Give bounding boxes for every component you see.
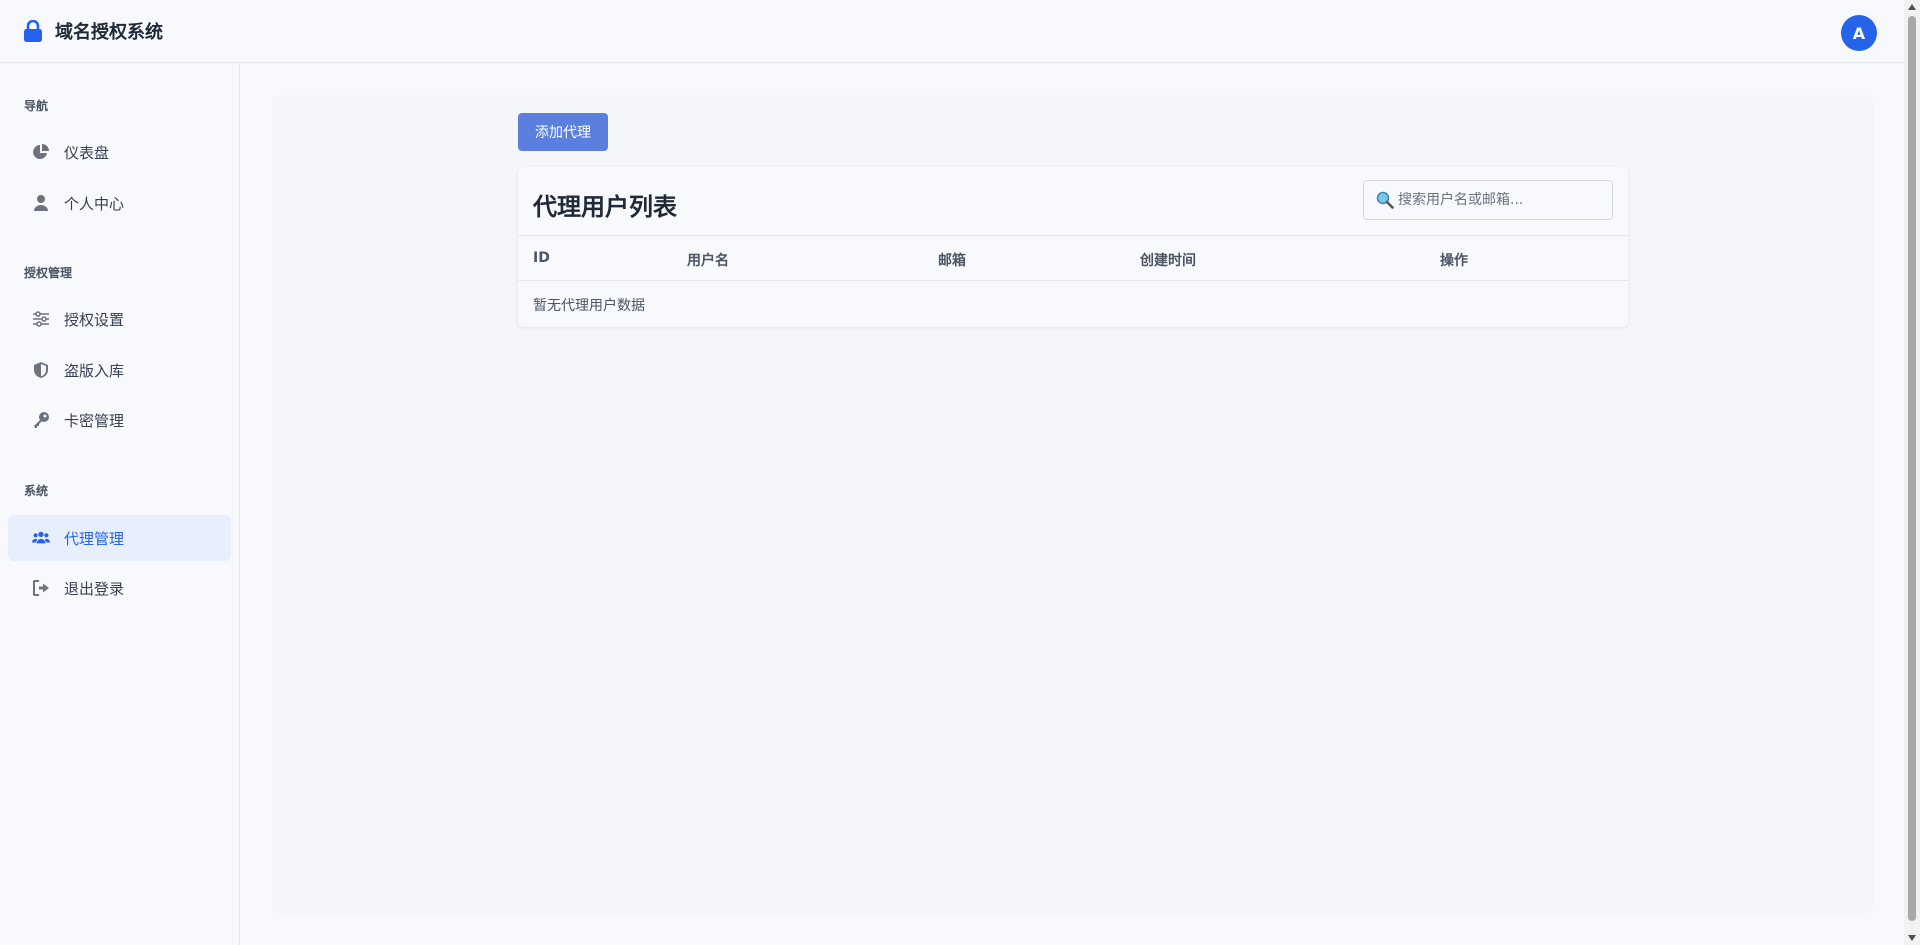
search-icon [1376,191,1394,209]
scroll-thumb[interactable] [1908,16,1916,921]
app-title: 域名授权系统 [55,22,163,43]
sidebar-section-title-system: 系统 [24,484,49,498]
table-header: ID 用户名 邮箱 创建时间 操作 [518,235,1628,281]
sidebar-item-auth-settings[interactable]: 授权设置 [8,296,231,342]
avatar[interactable]: A [1841,15,1877,51]
sidebar-item-piracy[interactable]: 盗版入库 [8,347,231,393]
column-header-created-time: 创建时间 [1140,253,1196,269]
sidebar-item-label: 代理管理 [64,529,125,548]
lock-icon [24,20,42,42]
column-header-email: 邮箱 [938,253,966,269]
sidebar-item-card-keys[interactable]: 卡密管理 [8,397,231,443]
users-icon [32,529,50,547]
sidebar-item-label: 盗版入库 [64,361,125,380]
search-input[interactable] [1398,192,1598,208]
sliders-icon [32,310,50,328]
shield-icon [32,361,50,379]
column-header-username: 用户名 [687,253,729,269]
card-title: 代理用户列表 [533,193,677,221]
pie-chart-icon [32,143,50,161]
sidebar-item-label: 个人中心 [64,194,125,213]
add-agent-button[interactable]: 添加代理 [518,113,608,151]
sidebar-item-label: 卡密管理 [64,411,125,430]
sidebar-item-agents[interactable]: 代理管理 [8,515,231,561]
sidebar-item-logout[interactable]: 退出登录 [8,565,231,611]
user-icon [32,194,50,212]
sidebar-item-label: 退出登录 [64,579,125,598]
sidebar-item-dashboard[interactable]: 仪表盘 [8,129,231,175]
key-icon [32,411,50,429]
sidebar-item-label: 仪表盘 [64,143,110,162]
sidebar-item-profile[interactable]: 个人中心 [8,180,231,226]
scroll-up-icon[interactable] [1908,4,1916,10]
sidebar: 导航 仪表盘 个人中心 授权管理 授权设置 盗版入库 卡密管理 系统 代理管理 … [0,63,240,945]
scroll-down-icon[interactable] [1908,935,1916,941]
sign-out-icon [32,579,50,597]
empty-state-text: 暂无代理用户数据 [533,298,645,314]
sidebar-item-label: 授权设置 [64,310,125,329]
page-scrollbar[interactable] [1904,0,1920,945]
sidebar-section-title-nav: 导航 [24,99,49,113]
column-header-id: ID [533,250,550,266]
sidebar-section-title-auth: 授权管理 [24,266,73,280]
column-header-actions: 操作 [1440,253,1468,269]
agent-list-card: 代理用户列表 ID 用户名 邮箱 创建时间 操作 暂无代理用户数据 [518,167,1628,327]
search-box[interactable] [1363,180,1613,220]
top-bar: 域名授权系统 A [0,0,1904,63]
brand[interactable]: 域名授权系统 [23,18,163,44]
